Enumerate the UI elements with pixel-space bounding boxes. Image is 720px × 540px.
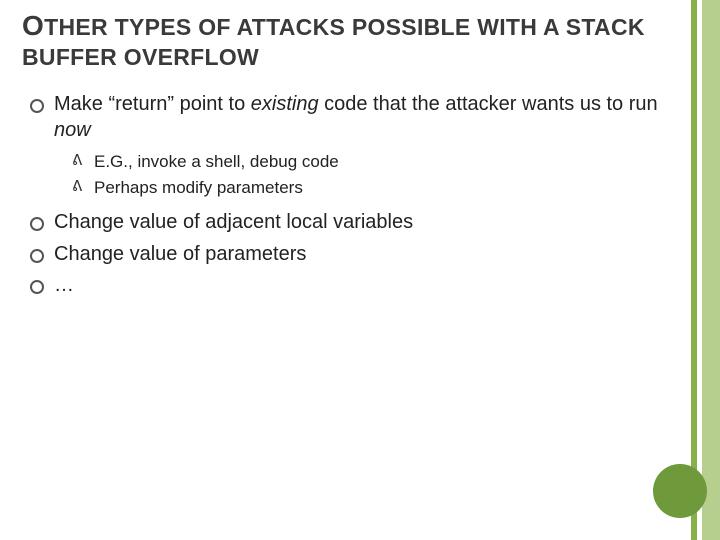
text: Perhaps modify parameters bbox=[94, 178, 303, 197]
text-emphasis: now bbox=[54, 119, 91, 141]
side-stripe bbox=[691, 0, 697, 540]
text: E.G., invoke a shell, debug code bbox=[94, 152, 339, 171]
slide-title: OTHER TYPES OF ATTACKS POSSIBLE WITH A S… bbox=[22, 9, 682, 71]
corner-circle-icon bbox=[653, 464, 707, 518]
title-first-letter: O bbox=[22, 10, 44, 41]
slide: OTHER TYPES OF ATTACKS POSSIBLE WITH A S… bbox=[0, 0, 720, 540]
list-item: E.G., invoke a shell, debug code bbox=[72, 151, 668, 174]
list-item: … bbox=[28, 273, 668, 299]
title-line1: THER TYPES OF ATTACKS POSSIBLE WITH A ST… bbox=[44, 14, 645, 40]
list-item: Change value of parameters bbox=[28, 242, 668, 268]
list-item: Make “return” point to existing code tha… bbox=[28, 92, 668, 200]
text: Change value of parameters bbox=[54, 243, 306, 265]
text-emphasis: existing bbox=[251, 93, 319, 115]
text-fragment: Make “return” point to bbox=[54, 93, 251, 115]
list-item: Change value of adjacent local variables bbox=[28, 210, 668, 236]
slide-body: Make “return” point to existing code tha… bbox=[28, 92, 668, 305]
text-fragment: code that the attacker wants us to run bbox=[319, 93, 658, 115]
sub-bullet-list: E.G., invoke a shell, debug code Perhaps… bbox=[72, 151, 668, 200]
bullet-list: Make “return” point to existing code tha… bbox=[28, 92, 668, 299]
list-item: Perhaps modify parameters bbox=[72, 177, 668, 200]
title-line2: BUFFER OVERFLOW bbox=[22, 44, 259, 70]
text: … bbox=[54, 274, 74, 296]
text: Change value of adjacent local variables bbox=[54, 211, 413, 233]
